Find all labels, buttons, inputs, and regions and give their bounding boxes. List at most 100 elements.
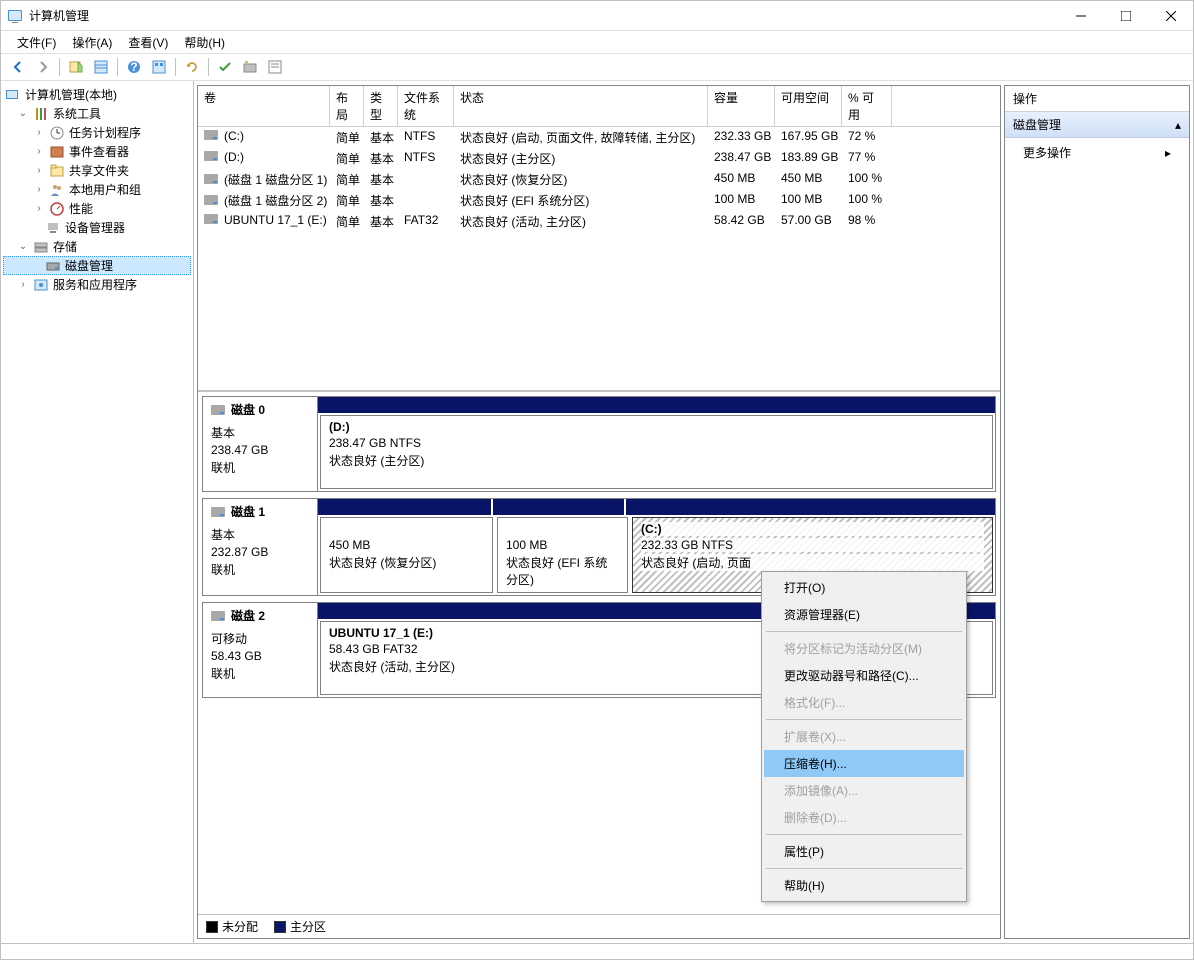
volume-row[interactable]: (C:)简单基本NTFS状态良好 (启动, 页面文件, 故障转储, 主分区)23… — [198, 127, 1000, 148]
chevron-right-icon[interactable]: › — [33, 203, 45, 215]
ctx-delete: 删除卷(D)... — [764, 804, 964, 831]
vol-cell-type: 基本 — [364, 128, 398, 147]
drive-icon — [204, 151, 218, 161]
disk-row-0[interactable]: 磁盘 0 基本 238.47 GB 联机 (D:) 238.47 GB NTFS… — [202, 396, 996, 492]
chevron-right-icon[interactable]: › — [33, 184, 45, 196]
menu-action[interactable]: 操作(A) — [64, 32, 120, 53]
vol-cell-fs — [398, 170, 454, 189]
vol-cell-free: 167.95 GB — [775, 128, 842, 147]
col-capacity[interactable]: 容量 — [708, 86, 775, 126]
volume-row[interactable]: (磁盘 1 磁盘分区 1)简单基本状态良好 (恢复分区)450 MB450 MB… — [198, 169, 1000, 190]
forward-button[interactable] — [32, 56, 54, 78]
volume-row[interactable]: (磁盘 1 磁盘分区 2)简单基本状态良好 (EFI 系统分区)100 MB10… — [198, 190, 1000, 211]
tree-systools[interactable]: ⌄系统工具 — [3, 104, 191, 123]
col-type[interactable]: 类型 — [364, 86, 398, 126]
col-volume[interactable]: 卷 — [198, 86, 330, 126]
vol-cell-pct: 100 % — [842, 191, 892, 210]
properties-button[interactable] — [264, 56, 286, 78]
tree-local-users[interactable]: ›本地用户和组 — [3, 180, 191, 199]
chevron-right-icon[interactable]: › — [33, 127, 45, 139]
partition-d1-p0[interactable]: 450 MB 状态良好 (恢复分区) — [320, 517, 493, 593]
vol-cell-pct: 77 % — [842, 149, 892, 168]
chevron-up-icon: ▴ — [1175, 118, 1181, 132]
partition-d0-p0[interactable]: (D:) 238.47 GB NTFS 状态良好 (主分区) — [320, 415, 993, 489]
drive-icon — [204, 174, 218, 184]
vol-cell-pct: 100 % — [842, 170, 892, 189]
tree-task-scheduler[interactable]: ›任务计划程序 — [3, 123, 191, 142]
ctx-format: 格式化(F)... — [764, 689, 964, 716]
volume-row[interactable]: UBUNTU 17_1 (E:)简单基本FAT32状态良好 (活动, 主分区)5… — [198, 211, 1000, 232]
maximize-button[interactable] — [1103, 1, 1148, 31]
vol-cell-free: 100 MB — [775, 191, 842, 210]
menubar: 文件(F) 操作(A) 查看(V) 帮助(H) — [1, 31, 1193, 53]
ctx-properties[interactable]: 属性(P) — [764, 838, 964, 865]
vol-cell-name: (C:) — [198, 128, 330, 147]
ctx-mark-active: 将分区标记为活动分区(M) — [764, 635, 964, 662]
back-button[interactable] — [7, 56, 29, 78]
vol-cell-fs: NTFS — [398, 149, 454, 168]
more-actions-link[interactable]: 更多操作 ▸ — [1005, 138, 1189, 167]
actions-header: 操作 — [1005, 86, 1189, 112]
tree-disk-management[interactable]: 磁盘管理 — [3, 256, 191, 275]
chevron-down-icon[interactable]: ⌄ — [17, 108, 29, 120]
menu-help[interactable]: 帮助(H) — [176, 32, 233, 53]
vol-cell-cap: 232.33 GB — [708, 128, 775, 147]
disk-bar — [318, 499, 995, 515]
vol-cell-layout: 简单 — [330, 212, 364, 231]
drive-icon — [204, 130, 218, 140]
partition-d1-p1[interactable]: 100 MB 状态良好 (EFI 系统分区) — [497, 517, 628, 593]
tree-root[interactable]: 计算机管理(本地) — [3, 85, 191, 104]
menu-file[interactable]: 文件(F) — [9, 32, 64, 53]
tree-event-viewer[interactable]: ›事件查看器 — [3, 142, 191, 161]
volume-table[interactable]: 卷 布局 类型 文件系统 状态 容量 可用空间 % 可用 (C:)简单基本NTF… — [198, 86, 1000, 392]
window-title: 计算机管理 — [29, 7, 89, 24]
vol-cell-status: 状态良好 (主分区) — [454, 149, 708, 168]
col-status[interactable]: 状态 — [454, 86, 708, 126]
vol-cell-layout: 简单 — [330, 149, 364, 168]
vol-cell-layout: 简单 — [330, 128, 364, 147]
chevron-right-icon[interactable]: › — [33, 146, 45, 158]
show-hide-tree-button[interactable] — [65, 56, 87, 78]
ctx-mirror: 添加镜像(A)... — [764, 777, 964, 804]
ctx-explorer[interactable]: 资源管理器(E) — [764, 601, 964, 628]
settings-button[interactable] — [148, 56, 170, 78]
vol-cell-name: UBUNTU 17_1 (E:) — [198, 212, 330, 231]
tree-device-manager[interactable]: 设备管理器 — [3, 218, 191, 237]
ctx-change-drive[interactable]: 更改驱动器号和路径(C)... — [764, 662, 964, 689]
ctx-help[interactable]: 帮助(H) — [764, 872, 964, 899]
col-pct[interactable]: % 可用 — [842, 86, 892, 126]
tree-shared-folders[interactable]: ›共享文件夹 — [3, 161, 191, 180]
help-button[interactable]: ? — [123, 56, 145, 78]
vol-cell-name: (磁盘 1 磁盘分区 1) — [198, 170, 330, 189]
check-button[interactable] — [214, 56, 236, 78]
ctx-open[interactable]: 打开(O) — [764, 574, 964, 601]
legend-swatch-primary — [274, 921, 286, 933]
chevron-right-icon: ▸ — [1165, 146, 1171, 160]
vol-cell-free: 183.89 GB — [775, 149, 842, 168]
toolbar: ? — [1, 53, 1193, 81]
view-button[interactable] — [90, 56, 112, 78]
disk-button[interactable] — [239, 56, 261, 78]
navigation-tree[interactable]: 计算机管理(本地) ⌄系统工具 ›任务计划程序 ›事件查看器 ›共享文件夹 ›本… — [1, 81, 194, 943]
chevron-right-icon[interactable]: › — [33, 165, 45, 177]
minimize-button[interactable] — [1058, 1, 1103, 31]
col-fs[interactable]: 文件系统 — [398, 86, 454, 126]
tree-performance[interactable]: ›性能 — [3, 199, 191, 218]
chevron-down-icon[interactable]: ⌄ — [17, 241, 29, 253]
col-layout[interactable]: 布局 — [330, 86, 364, 126]
close-button[interactable] — [1148, 1, 1193, 31]
actions-section[interactable]: 磁盘管理 ▴ — [1005, 112, 1189, 138]
disk-info-0: 磁盘 0 基本 238.47 GB 联机 — [203, 397, 318, 491]
ctx-shrink[interactable]: 压缩卷(H)... — [764, 750, 964, 777]
tree-storage[interactable]: ⌄存储 — [3, 237, 191, 256]
vol-cell-fs — [398, 191, 454, 210]
volume-row[interactable]: (D:)简单基本NTFS状态良好 (主分区)238.47 GB183.89 GB… — [198, 148, 1000, 169]
chevron-right-icon[interactable]: › — [17, 279, 29, 291]
col-free[interactable]: 可用空间 — [775, 86, 842, 126]
vol-cell-type: 基本 — [364, 149, 398, 168]
tree-services[interactable]: ›服务和应用程序 — [3, 275, 191, 294]
vol-cell-cap: 238.47 GB — [708, 149, 775, 168]
vol-cell-type: 基本 — [364, 191, 398, 210]
refresh-button[interactable] — [181, 56, 203, 78]
menu-view[interactable]: 查看(V) — [120, 32, 176, 53]
